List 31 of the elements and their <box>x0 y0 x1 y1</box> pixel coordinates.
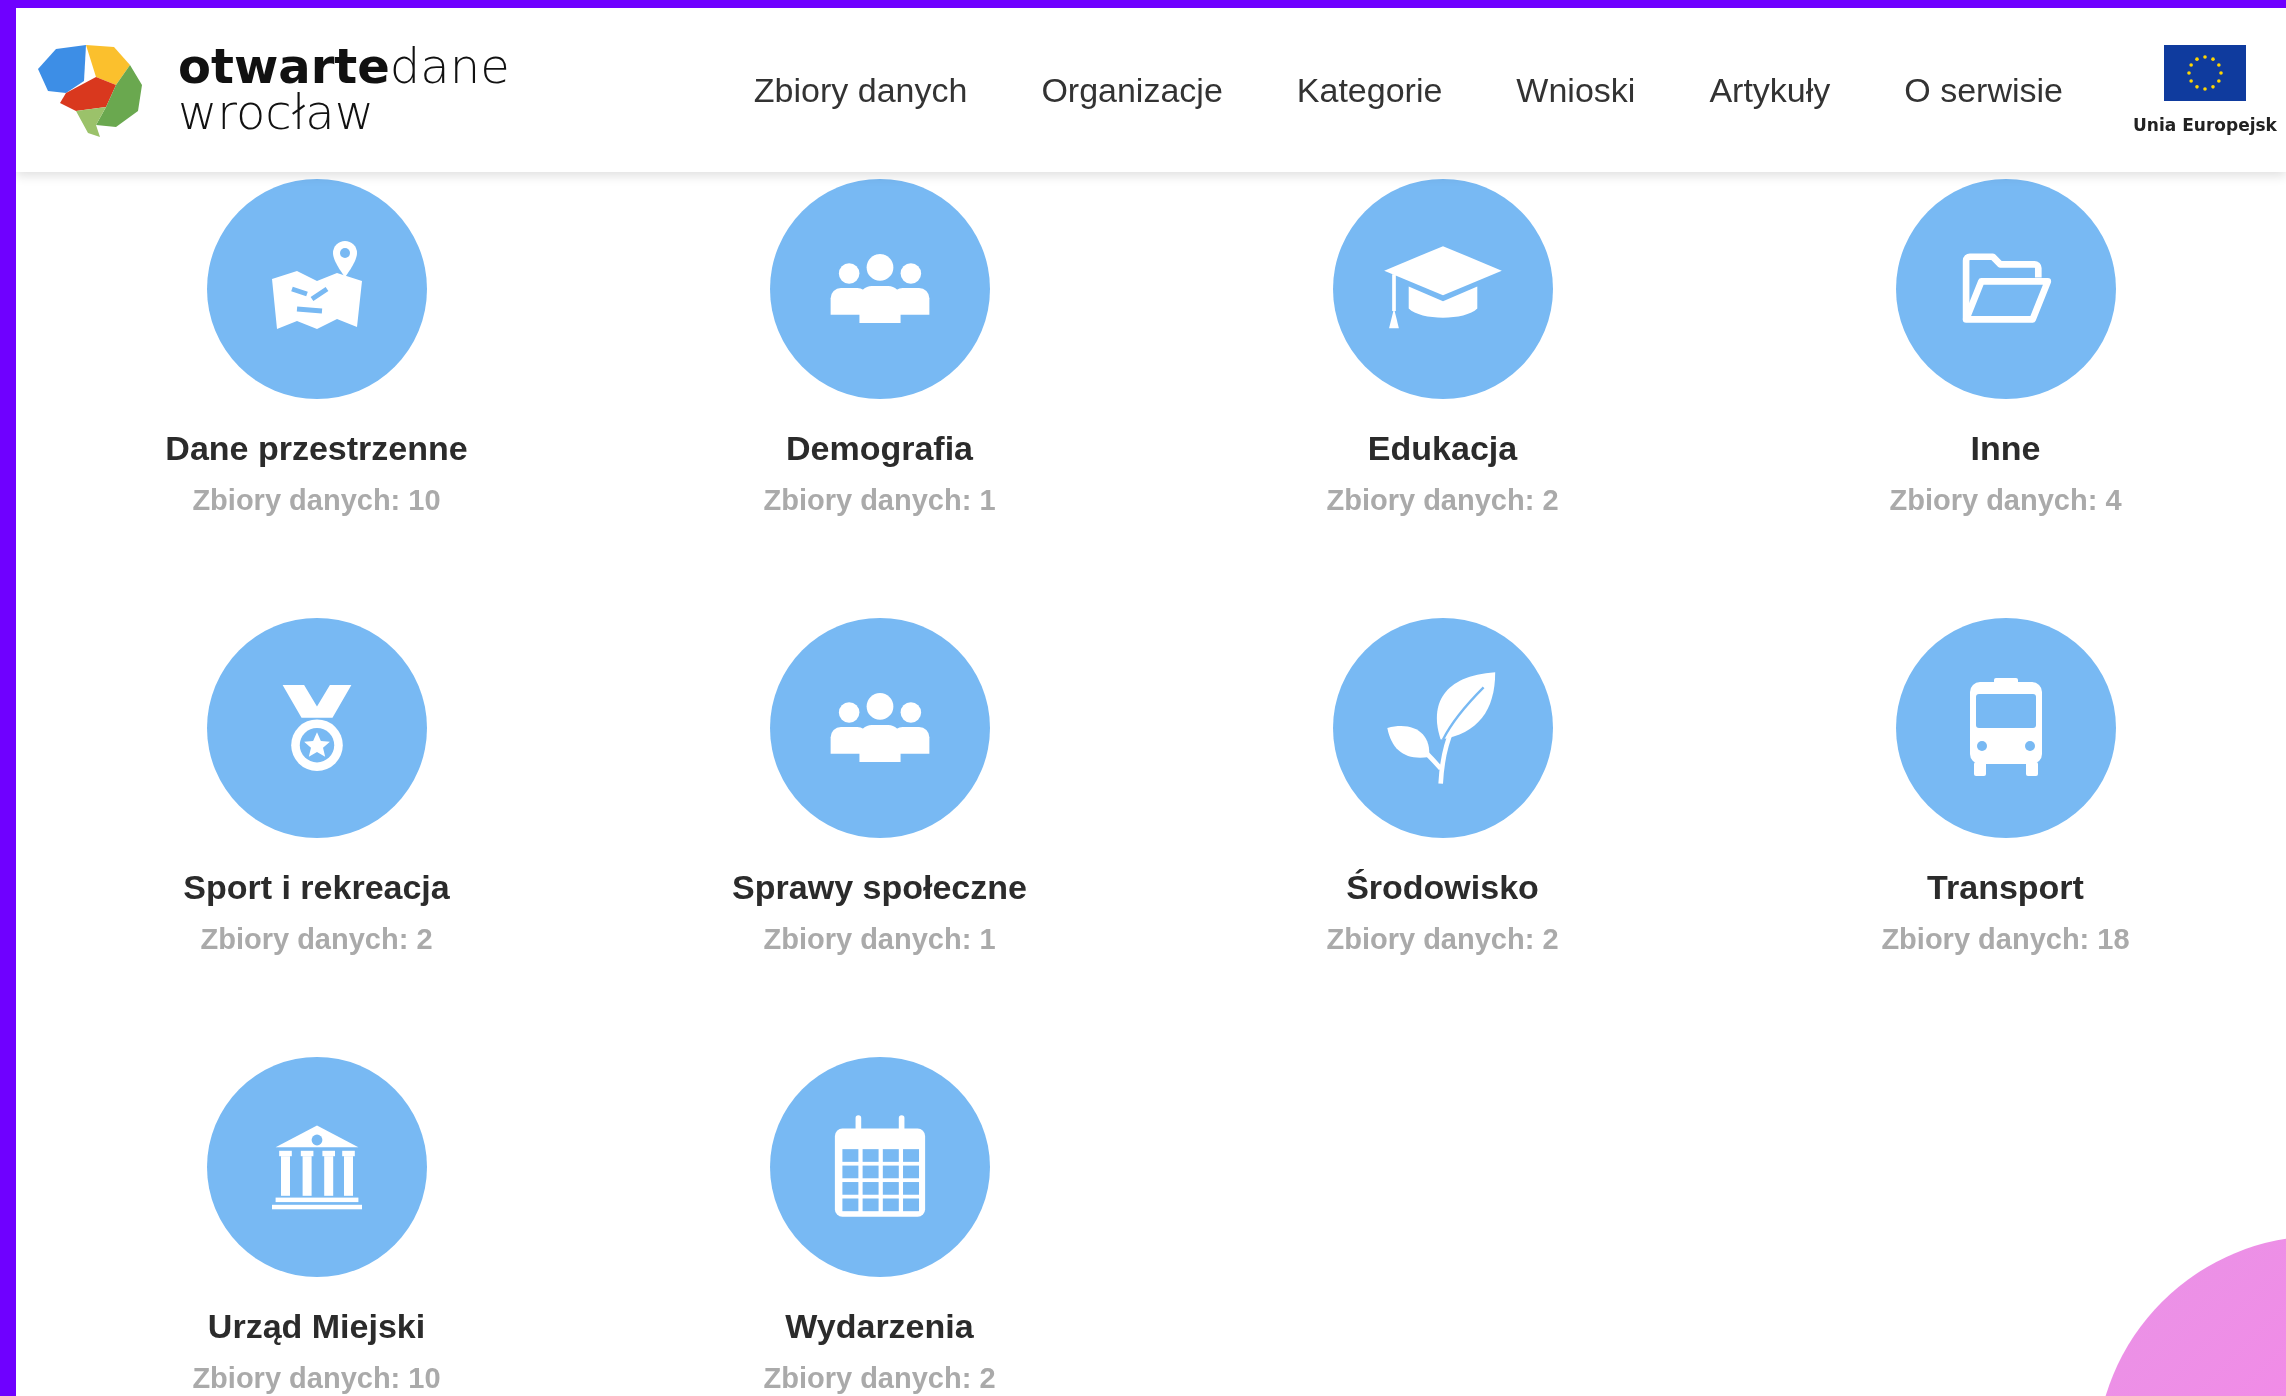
dataset-count: Zbiory danych: 2 <box>1326 484 1559 517</box>
dataset-count: Zbiory danych: 10 <box>192 1362 441 1395</box>
nav-link[interactable]: Artykuły <box>1672 70 1868 110</box>
category-title[interactable]: Demografia <box>785 429 974 468</box>
dataset-count: Zbiory danych: 18 <box>1881 923 2130 956</box>
eu-flag-icon <box>2164 45 2246 101</box>
dataset-count: Zbiory danych: 10 <box>192 484 441 517</box>
site-logo-text[interactable]: otwartedane <box>178 44 510 90</box>
site-logo-city[interactable]: wrocław <box>178 90 510 136</box>
dataset-count: Zbiory danych: 1 <box>763 484 996 517</box>
dataset-count: Zbiory danych: 1 <box>763 923 996 956</box>
category-title[interactable]: Inne <box>1970 429 2041 468</box>
nav-link[interactable]: Wnioski <box>1479 70 1673 110</box>
calendar-icon <box>832 1115 927 1219</box>
nav-link[interactable]: Zbiory danych <box>716 70 1005 110</box>
dataset-count: Zbiory danych: 2 <box>763 1362 996 1395</box>
dataset-count: Zbiory danych: 4 <box>1889 484 2122 517</box>
category-title[interactable]: Sport i rekreacja <box>183 868 450 907</box>
eu-label: Unia Europejsk <box>2133 115 2277 135</box>
dataset-count: Zbiory danych: 2 <box>200 923 433 956</box>
category-title[interactable]: Dane przestrzenne <box>165 429 468 468</box>
dataset-count: Zbiory danych: 2 <box>1326 923 1559 956</box>
nav-link[interactable]: Kategorie <box>1259 70 1480 110</box>
category-title[interactable]: Sprawy społeczne <box>732 868 1027 907</box>
category-title[interactable]: Edukacja <box>1367 429 1518 468</box>
nav-link[interactable]: Organizacje <box>1004 70 1260 110</box>
category-title[interactable]: Wydarzenia <box>785 1307 974 1346</box>
category-title[interactable]: Środowisko <box>1346 868 1539 907</box>
category-title[interactable]: Transport <box>1927 868 2084 907</box>
nav-link[interactable]: O serwisie <box>1867 70 2100 110</box>
category-title[interactable]: Urząd Miejski <box>207 1307 426 1346</box>
